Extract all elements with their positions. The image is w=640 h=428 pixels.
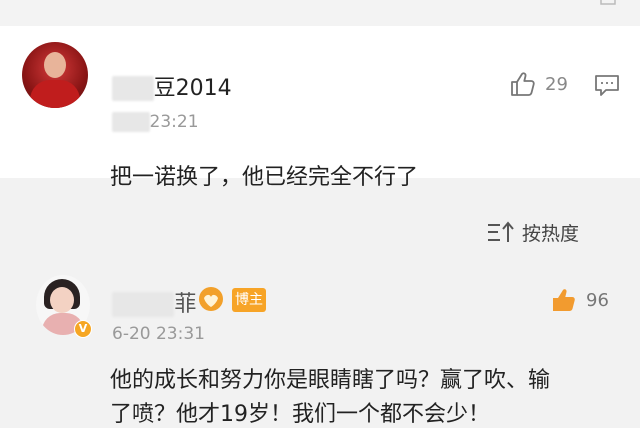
- like-button[interactable]: 96: [550, 286, 609, 314]
- comment-username[interactable]: ■■豆2014: [112, 70, 232, 102]
- comment-icon[interactable]: [594, 72, 620, 98]
- comment-card-2: V ■■■菲 博主 96 6-20 23:31 他的成长和努力你是眼睛瞎了吗？赢…: [0, 258, 640, 427]
- sort-by-hot-button[interactable]: 按热度: [486, 219, 579, 246]
- verified-icon: V: [74, 320, 92, 338]
- like-count: 29: [545, 73, 568, 95]
- blogger-badge: 博主: [232, 288, 266, 312]
- comment-text-line: 他的成长和努力你是眼睛瞎了吗？赢了吹、输: [110, 368, 551, 393]
- comment-time: 6-20 23:31: [112, 324, 205, 344]
- thumbs-up-icon: [553, 289, 575, 311]
- avatar-figure-shirt: [30, 80, 80, 108]
- thumbs-up-icon: [511, 72, 535, 96]
- avatar-figure-face: [50, 287, 74, 313]
- comment-text: 把一诺换了，他已经完全不行了: [110, 165, 419, 190]
- avatar-figure-face: [44, 52, 66, 78]
- sort-label: 按热度: [522, 223, 580, 245]
- comment-text-line: 了喷？他才19岁！我们一个都不会少！: [110, 402, 490, 427]
- partial-icon: [600, 0, 616, 5]
- redacted-date-part: ■ ■: [112, 112, 150, 132]
- comment-username[interactable]: ■■■菲: [112, 286, 196, 318]
- avatar[interactable]: [22, 42, 88, 108]
- sort-icon: [488, 220, 514, 242]
- redacted-name-part: ■■■: [112, 292, 175, 317]
- like-count: 96: [586, 289, 609, 311]
- comment-card-1: ■■豆2014 29 ■ ■ 23:21 把一诺换了，他已经完全不行了: [0, 26, 640, 190]
- medal-icon: [199, 287, 223, 311]
- previous-content-strip: [0, 0, 640, 26]
- comment-time: ■ ■ 23:21: [112, 112, 199, 132]
- like-button[interactable]: 29: [509, 70, 568, 98]
- redacted-name-part: ■■: [112, 76, 154, 101]
